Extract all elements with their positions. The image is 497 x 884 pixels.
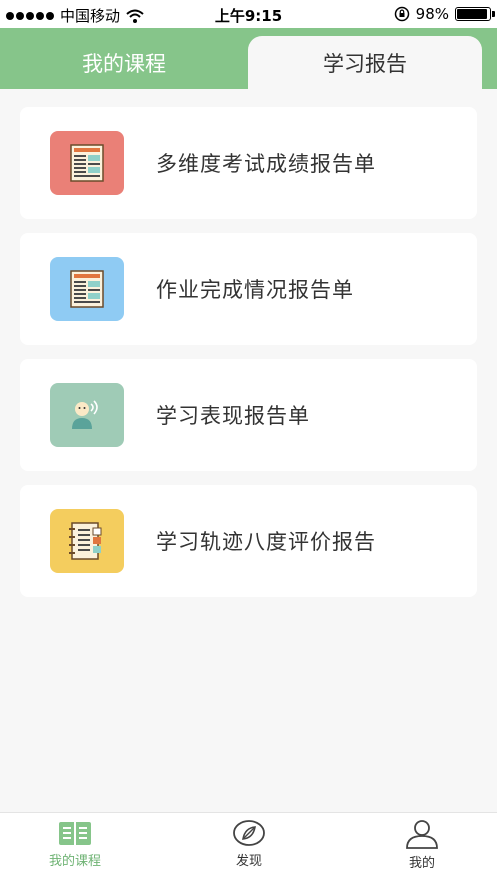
battery-icon — [455, 7, 495, 21]
compass-icon — [233, 820, 265, 846]
report-card-learning-track[interactable]: 学习轨迹八度评价报告 — [20, 485, 477, 597]
report-label: 学习轨迹八度评价报告 — [156, 530, 376, 554]
notebook-icon — [50, 509, 124, 573]
user-icon — [406, 820, 438, 849]
student-speaking-icon — [50, 383, 124, 447]
bottom-tab-bar: 我的课程 发现 我的 — [0, 812, 497, 884]
tabbar-discover[interactable]: 发现 — [189, 813, 309, 884]
report-card-homework[interactable]: 作业完成情况报告单 — [20, 233, 477, 345]
report-sheet-icon — [50, 131, 124, 195]
report-card-exam-scores[interactable]: 多维度考试成绩报告单 — [20, 107, 477, 219]
report-label: 学习表现报告单 — [156, 404, 310, 428]
report-card-performance[interactable]: 学习表现报告单 — [20, 359, 477, 471]
report-sheet-icon — [50, 257, 124, 321]
report-list: 多维度考试成绩报告单 作业完成情况报告单 学习表现报告单 学习轨迹八度评价报告 — [20, 107, 477, 611]
tabbar-label: 发现 — [235, 854, 262, 869]
open-book-icon — [59, 822, 91, 845]
tabbar-my-courses[interactable]: 我的课程 — [15, 813, 135, 884]
report-label: 作业完成情况报告单 — [156, 278, 354, 302]
tabbar-label: 我的 — [408, 856, 435, 871]
top-tabs: 我的课程 学习报告 — [0, 28, 497, 89]
tabbar-label: 我的课程 — [48, 854, 101, 869]
tab-my-courses[interactable]: 我的课程 — [15, 36, 233, 89]
battery-percent: 98% — [415, 5, 449, 23]
status-bar: 中国移动 上午9:15 98% — [0, 0, 497, 28]
rotation-lock-icon — [394, 6, 409, 22]
tab-study-report[interactable]: 学习报告 — [248, 36, 482, 89]
tabbar-mine[interactable]: 我的 — [362, 813, 482, 884]
report-label: 多维度考试成绩报告单 — [156, 152, 376, 176]
